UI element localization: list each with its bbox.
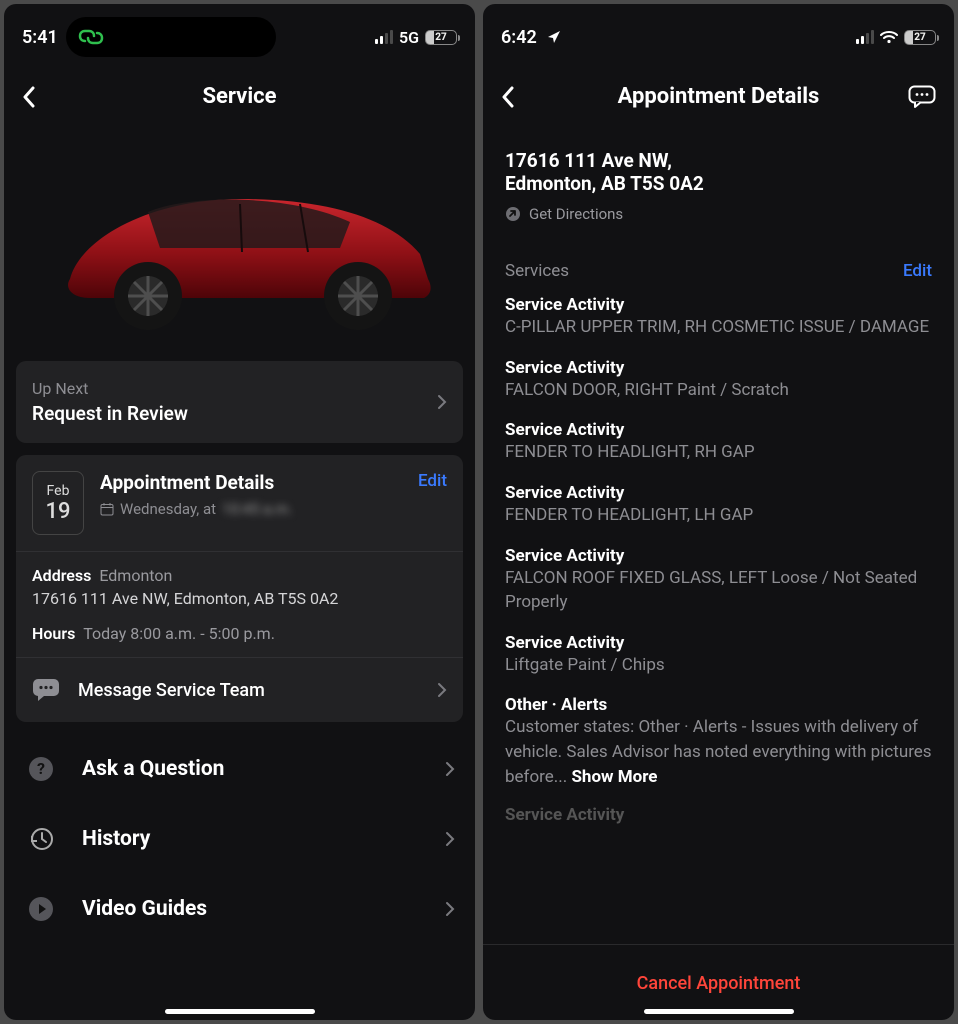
status-bar: 6:42 27 <box>483 4 954 58</box>
appointment-date: Feb 19 <box>32 471 84 535</box>
cellular-signal-icon <box>375 30 393 44</box>
home-indicator[interactable] <box>165 1009 315 1014</box>
video-guides-label: Video Guides <box>82 897 207 921</box>
service-activity-description: FENDER TO HEADLIGHT, RH GAP <box>505 440 932 465</box>
svg-text:?: ? <box>37 759 45 778</box>
chat-bubble-icon <box>32 678 60 702</box>
wifi-icon <box>880 30 898 44</box>
get-directions[interactable]: Get Directions <box>505 205 932 223</box>
appointment-time-redacted: 10:45 a.m. <box>222 500 292 518</box>
hours-value: Today 8:00 a.m. - 5:00 p.m. <box>83 624 275 643</box>
page-title: Service <box>52 84 427 109</box>
network-type: 5G <box>399 28 419 47</box>
chevron-right-icon <box>445 761 455 777</box>
calendar-icon <box>100 502 114 516</box>
chat-button[interactable] <box>906 85 936 109</box>
up-next-card[interactable]: Up Next Request in Review <box>16 361 463 443</box>
show-more-button[interactable]: Show More <box>571 767 657 787</box>
address-line2: Edmonton, AB T5S 0A2 <box>505 172 932 195</box>
service-item: Service ActivityLiftgate Paint / Chips <box>483 625 954 688</box>
service-item: Service ActivityFENDER TO HEADLIGHT, LH … <box>483 475 954 538</box>
up-next-label: Up Next <box>32 379 437 398</box>
service-item: Service ActivityC-PILLAR UPPER TRIM, RH … <box>483 287 954 350</box>
service-activity-heading: Service Activity <box>505 483 932 503</box>
cellular-signal-icon <box>856 30 874 44</box>
directions-icon <box>505 206 521 222</box>
service-activity-heading: Service Activity <box>505 633 932 653</box>
service-activity-description: FALCON DOOR, RIGHT Paint / Scratch <box>505 378 932 403</box>
history-label: History <box>82 827 150 851</box>
service-item-cutoff: Service Activity <box>483 799 954 829</box>
service-screen: 5:41 5G 27 Service <box>4 4 475 1020</box>
back-button[interactable] <box>22 86 52 108</box>
message-team-label: Message Service Team <box>78 680 265 701</box>
history-option[interactable]: History <box>16 804 463 874</box>
edit-appointment-button[interactable]: Edit <box>418 471 447 491</box>
service-activity-description: FALCON ROOF FIXED GLASS, LEFT Loose / No… <box>505 566 932 615</box>
address-city: Edmonton <box>99 566 172 585</box>
page-title: Appointment Details <box>531 84 906 109</box>
battery-icon: 27 <box>904 30 936 45</box>
service-activity-description: Liftgate Paint / Chips <box>505 653 932 678</box>
chevron-right-icon <box>445 831 455 847</box>
alerts-description: Customer states: Other · Alerts - Issues… <box>505 715 932 789</box>
message-service-team[interactable]: Message Service Team <box>16 657 463 722</box>
address-line1: 17616 111 Ave NW, <box>505 149 932 172</box>
service-activity-heading: Service Activity <box>505 295 932 315</box>
play-icon <box>24 896 58 922</box>
service-activity-heading: Service Activity <box>505 546 932 566</box>
address-line: 17616 111 Ave NW, Edmonton, AB T5S 0A2 <box>32 589 447 608</box>
service-activity-description: FENDER TO HEADLIGHT, LH GAP <box>505 503 932 528</box>
up-next-status: Request in Review <box>32 402 437 425</box>
home-indicator[interactable] <box>644 1009 794 1014</box>
ask-question-label: Ask a Question <box>82 757 224 781</box>
location-section: 17616 111 Ave NW, Edmonton, AB T5S 0A2 G… <box>483 119 954 231</box>
chevron-right-icon <box>445 901 455 917</box>
hours-label: Hours <box>32 624 75 643</box>
edit-services-button[interactable]: Edit <box>903 261 932 281</box>
appointment-title: Appointment Details <box>100 471 402 494</box>
alerts-heading: Other · Alerts <box>505 695 932 715</box>
battery-icon: 27 <box>425 30 457 45</box>
chevron-right-icon <box>437 394 447 410</box>
appointment-details-screen: 6:42 27 Appointment Details 17616 11 <box>483 4 954 1020</box>
clock: 5:41 <box>22 27 58 48</box>
service-activity-description: C-PILLAR UPPER TRIM, RH COSMETIC ISSUE /… <box>505 315 932 340</box>
service-item: Service ActivityFALCON DOOR, RIGHT Paint… <box>483 350 954 413</box>
location-arrow-icon <box>547 30 561 44</box>
services-header: Services Edit <box>483 231 954 287</box>
ask-question-option[interactable]: ? Ask a Question <box>16 734 463 804</box>
clock: 6:42 <box>501 27 537 48</box>
service-item: Service ActivityFALCON ROOF FIXED GLASS,… <box>483 538 954 625</box>
back-button[interactable] <box>501 86 531 108</box>
history-icon <box>24 826 58 852</box>
services-label: Services <box>505 261 569 281</box>
appointment-when: Wednesday, at <box>120 500 216 518</box>
status-bar: 5:41 5G 27 <box>4 4 475 58</box>
page-header: Service <box>4 58 475 119</box>
address-label: Address <box>32 566 91 585</box>
vehicle-image <box>4 149 475 349</box>
alerts-item: Other · Alerts Customer states: Other · … <box>483 687 954 799</box>
service-activity-heading: Service Activity <box>505 358 932 378</box>
service-items-list: Service ActivityC-PILLAR UPPER TRIM, RH … <box>483 287 954 687</box>
link-icon <box>78 24 104 50</box>
service-item: Service ActivityFENDER TO HEADLIGHT, RH … <box>483 412 954 475</box>
appointment-card: Feb 19 Appointment Details Wednesday, at… <box>16 455 463 722</box>
page-header: Appointment Details <box>483 58 954 119</box>
question-icon: ? <box>24 756 58 782</box>
address-section: Address Edmonton 17616 111 Ave NW, Edmon… <box>16 551 463 657</box>
service-activity-heading: Service Activity <box>505 420 932 440</box>
dynamic-island <box>66 17 276 57</box>
chevron-right-icon <box>437 682 447 698</box>
video-guides-option[interactable]: Video Guides <box>16 874 463 944</box>
